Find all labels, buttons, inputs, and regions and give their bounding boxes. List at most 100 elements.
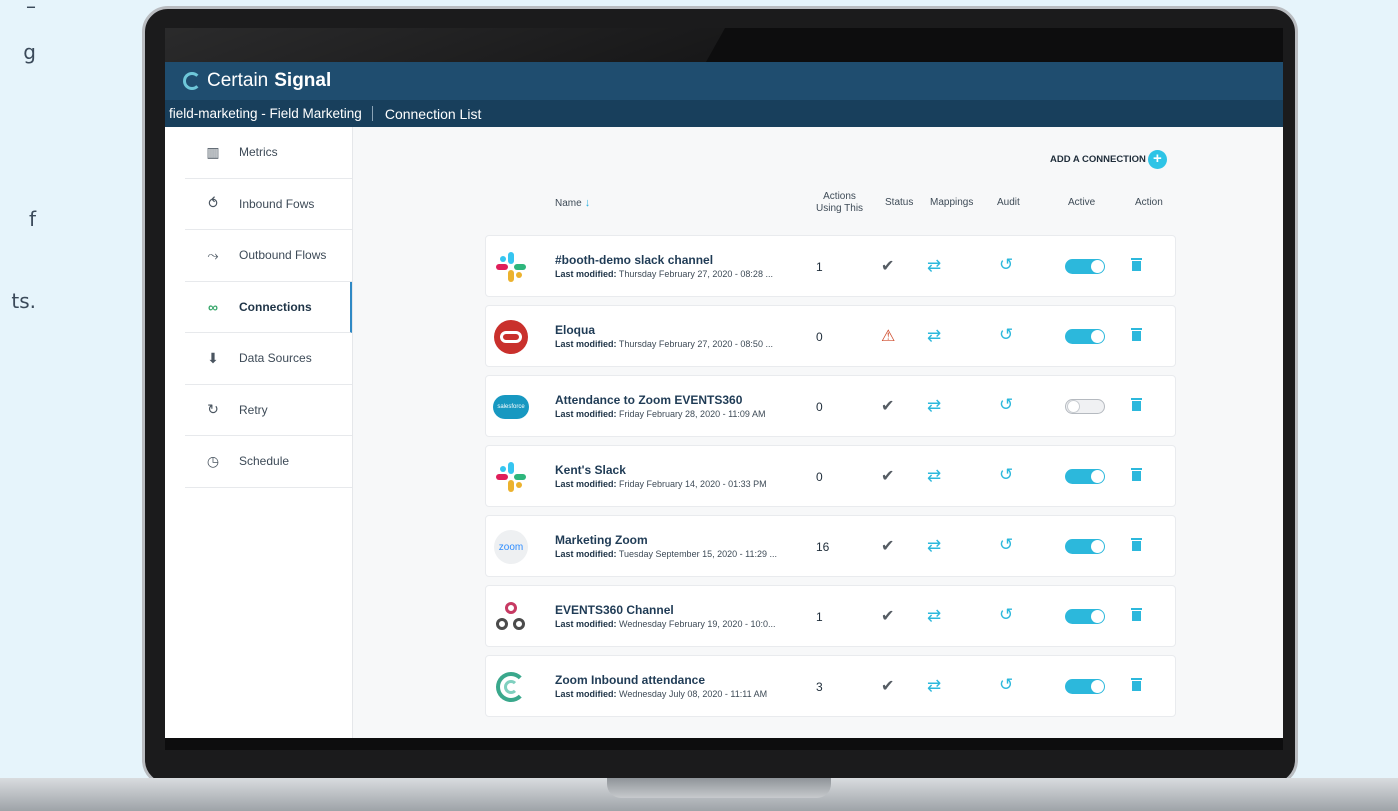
connection-logo xyxy=(493,319,529,355)
brand-name-bold: Signal xyxy=(274,70,332,91)
webhook-logo-icon xyxy=(496,602,526,632)
mappings-icon[interactable]: ⇄ xyxy=(927,256,941,276)
audit-history-icon[interactable]: ↺ xyxy=(999,255,1013,275)
connection-logo xyxy=(493,599,529,635)
active-toggle[interactable] xyxy=(1065,609,1105,624)
breadcrumb: Connection List xyxy=(384,105,482,122)
column-header-actions: Actions Using This xyxy=(816,191,864,214)
last-modified: Last modified: Friday February 14, 2020 … xyxy=(555,479,767,489)
mappings-icon[interactable]: ⇄ xyxy=(927,326,941,346)
last-modified: Last modified: Thursday February 27, 202… xyxy=(555,339,773,349)
connection-name[interactable]: Eloqua xyxy=(555,323,595,337)
inbound-icon: ⥀ xyxy=(208,195,218,212)
audit-history-icon[interactable]: ↺ xyxy=(999,395,1013,415)
actions-count: 1 xyxy=(816,610,823,624)
plus-icon: + xyxy=(1147,150,1167,169)
connection-logo: zoom xyxy=(493,529,529,565)
connection-row[interactable]: zoom Marketing Zoom Last modified: Tuesday… xyxy=(485,515,1176,577)
oracle-logo-icon xyxy=(494,320,528,354)
trash-icon[interactable] xyxy=(1131,468,1142,482)
trash-icon[interactable] xyxy=(1131,608,1142,622)
check-icon: ✔ xyxy=(881,678,895,695)
check-icon: ✔ xyxy=(881,468,895,485)
context-bar: field-marketing - Field Marketing Connec… xyxy=(165,100,1283,127)
connection-name[interactable]: Zoom Inbound attendance xyxy=(555,673,705,687)
audit-history-icon[interactable]: ↺ xyxy=(999,605,1013,625)
last-modified: Last modified: Tuesday September 15, 202… xyxy=(555,549,777,559)
laptop-notch xyxy=(607,778,831,798)
sidebar-item-retry[interactable]: ↻ Retry xyxy=(185,385,352,436)
link-icon: ∞ xyxy=(208,298,218,315)
last-modified: Last modified: Wednesday July 08, 2020 -… xyxy=(555,689,768,699)
sidebar-item-label: Connections xyxy=(239,299,312,314)
brand-name: Certain xyxy=(207,70,269,91)
audit-history-icon[interactable]: ↺ xyxy=(999,325,1013,345)
connection-row[interactable]: #booth-demo slack channel Last modified: … xyxy=(485,235,1176,297)
add-connection-label: ADD A CONNECTION xyxy=(1050,154,1146,165)
background-text-fragment: – g f ts. xyxy=(0,0,40,811)
sidebar-item-inbound-flows[interactable]: ⥀ Inbound Fows xyxy=(185,179,352,230)
sidebar-item-metrics[interactable]: ▥ Metrics xyxy=(185,127,352,179)
sidebar-item-data-sources[interactable]: ⬇ Data Sources xyxy=(185,333,352,385)
column-header-audit: Audit xyxy=(997,197,1020,208)
mappings-icon[interactable]: ⇄ xyxy=(927,606,941,626)
zoom-logo-icon: zoom xyxy=(494,530,528,564)
check-icon: ✔ xyxy=(881,538,895,555)
connection-row[interactable]: Zoom Inbound attendance Last modified: We… xyxy=(485,655,1176,717)
text-fragment: – xyxy=(26,0,36,18)
check-icon: ✔ xyxy=(881,398,895,415)
audit-history-icon[interactable]: ↺ xyxy=(999,535,1013,555)
audit-history-icon[interactable]: ↺ xyxy=(999,675,1013,695)
active-toggle[interactable] xyxy=(1065,259,1105,274)
connection-name[interactable]: EVENTS360 Channel xyxy=(555,603,674,617)
workspace-selector[interactable]: field-marketing - Field Marketing xyxy=(165,106,373,121)
sidebar-item-label: Metrics xyxy=(239,145,278,160)
sidebar-item-schedule[interactable]: ◷ Schedule xyxy=(185,436,352,488)
sidebar: ▥ Metrics ⥀ Inbound Fows ⤳ Outbound Flow… xyxy=(185,127,353,738)
last-modified: Last modified: Friday February 28, 2020 … xyxy=(555,409,766,419)
audit-history-icon[interactable]: ↺ xyxy=(999,465,1013,485)
trash-icon[interactable] xyxy=(1131,328,1142,342)
last-modified: Last modified: Wednesday February 19, 20… xyxy=(555,619,776,629)
sidebar-item-label: Schedule xyxy=(239,454,290,469)
active-toggle[interactable] xyxy=(1065,329,1105,344)
connection-name[interactable]: Marketing Zoom xyxy=(555,533,648,547)
mappings-icon[interactable]: ⇄ xyxy=(927,676,941,696)
column-header-active: Active xyxy=(1068,197,1096,208)
mappings-icon[interactable]: ⇄ xyxy=(927,536,941,556)
outbound-icon: ⤳ xyxy=(207,246,219,263)
text-fragment: ts. xyxy=(11,289,36,313)
connection-logo xyxy=(493,459,529,495)
active-toggle[interactable] xyxy=(1065,539,1105,554)
mappings-icon[interactable]: ⇄ xyxy=(927,466,941,486)
sidebar-item-label: Outbound Flows xyxy=(239,248,327,263)
column-header-status: Status xyxy=(885,197,914,208)
sidebar-item-connections[interactable]: ∞ Connections xyxy=(185,281,352,333)
active-toggle[interactable] xyxy=(1065,399,1105,414)
add-connection-button[interactable]: ADD A CONNECTION + xyxy=(1050,150,1167,169)
column-header-name[interactable]: Name ↓ xyxy=(555,197,590,209)
connection-name[interactable]: #booth-demo slack channel xyxy=(555,253,713,267)
trash-icon[interactable] xyxy=(1131,538,1142,552)
connection-row[interactable]: EVENTS360 Channel Last modified: Wednesda… xyxy=(485,585,1176,647)
trash-icon[interactable] xyxy=(1131,678,1142,692)
actions-count: 0 xyxy=(816,470,823,484)
connection-name[interactable]: Attendance to Zoom EVENTS360 xyxy=(555,393,742,407)
actions-count: 0 xyxy=(816,330,823,344)
connection-name[interactable]: Kent's Slack xyxy=(555,463,626,477)
trash-icon[interactable] xyxy=(1131,398,1142,412)
retry-icon: ↻ xyxy=(207,401,219,418)
warning-icon: ⚠ xyxy=(881,328,896,345)
arrow-down-icon: ⬇ xyxy=(207,349,219,366)
mappings-icon[interactable]: ⇄ xyxy=(927,396,941,416)
connection-logo xyxy=(493,249,529,285)
trash-icon[interactable] xyxy=(1131,258,1142,272)
active-toggle[interactable] xyxy=(1065,679,1105,694)
sidebar-item-outbound-flows[interactable]: ⤳ Outbound Flows xyxy=(185,230,352,282)
active-toggle[interactable] xyxy=(1065,469,1105,484)
connection-row[interactable]: Eloqua Last modified: Thursday February 2… xyxy=(485,305,1176,367)
salesforce-logo-icon: salesforce xyxy=(493,395,529,419)
connection-row[interactable]: salesforce Attendance to Zoom EVENTS360 La… xyxy=(485,375,1176,437)
connection-row[interactable]: Kent's Slack Last modified: Friday Februa… xyxy=(485,445,1176,507)
certain-signal-logo-icon xyxy=(496,672,526,702)
